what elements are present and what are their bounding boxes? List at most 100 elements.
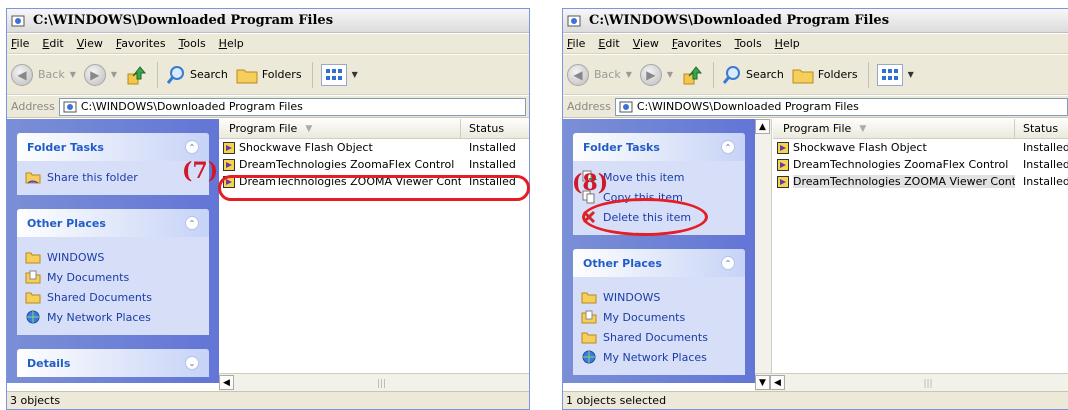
network-places-icon	[582, 350, 596, 364]
column-label: Program File	[783, 122, 852, 135]
list-item[interactable]: Shockwave Flash Object Installed	[219, 139, 529, 156]
column-program-file[interactable]: Program File ▼	[219, 119, 461, 138]
other-places-header[interactable]: Other Places ⌃	[17, 209, 209, 237]
place-windows[interactable]: WINDOWS	[25, 247, 201, 267]
menu-tools[interactable]: Tools	[735, 37, 762, 50]
share-folder-task[interactable]: Share this folder	[25, 167, 201, 187]
scroll-up-icon[interactable]: ▲	[755, 119, 770, 134]
menu-edit[interactable]: Edit	[42, 37, 63, 50]
expand-chevron-icon[interactable]: ⌄	[185, 356, 199, 370]
back-button[interactable]: ◀ Back ▼	[567, 63, 632, 86]
up-folder-button[interactable]	[125, 64, 147, 86]
forward-button[interactable]: ▶ ▼	[639, 63, 673, 86]
views-dropdown-icon[interactable]: ▼	[352, 70, 358, 79]
details-header[interactable]: Details ⌄	[17, 349, 209, 377]
scroll-grip-icon: |||	[923, 379, 933, 389]
search-icon	[166, 65, 185, 84]
views-button[interactable]: ▼	[876, 63, 914, 86]
menu-help[interactable]: Help	[219, 37, 244, 50]
collapse-chevron-icon[interactable]: ⌃	[721, 140, 735, 154]
horizontal-scrollbar[interactable]: ▼ ◀ |||	[755, 373, 1068, 391]
address-folder-icon	[619, 101, 633, 112]
forward-dropdown-icon[interactable]: ▼	[111, 70, 117, 79]
toolbar-separator	[713, 61, 715, 88]
column-header-row: Program File ▼ Status	[773, 119, 1068, 139]
file-list: Program File ▼ Status Shockwave Flash Ob…	[773, 119, 1068, 373]
place-label: Shared Documents	[603, 330, 708, 344]
column-status[interactable]: Status	[1015, 119, 1058, 138]
back-button[interactable]: ◀ Back ▼	[11, 63, 76, 86]
folders-button[interactable]: Folders	[792, 66, 858, 84]
collapse-chevron-icon[interactable]: ⌃	[185, 216, 199, 230]
row-name: Shockwave Flash Object	[793, 141, 927, 154]
collapse-chevron-icon[interactable]: ⌃	[185, 140, 199, 154]
place-my-documents[interactable]: My Documents	[581, 307, 737, 327]
views-dropdown-icon[interactable]: ▼	[908, 70, 914, 79]
scroll-left-icon[interactable]: ◀	[770, 375, 785, 390]
address-field[interactable]: C:\WINDOWS\Downloaded Program Files	[614, 97, 1068, 116]
sort-arrow-icon: ▼	[305, 123, 313, 134]
my-documents-icon	[25, 270, 41, 284]
menu-help[interactable]: Help	[775, 37, 800, 50]
menu-favorites[interactable]: Favorites	[116, 37, 166, 50]
views-button[interactable]: ▼	[320, 63, 358, 86]
scroll-down-icon[interactable]: ▼	[755, 375, 770, 390]
menu-tools[interactable]: Tools	[179, 37, 206, 50]
other-places-header[interactable]: Other Places ⌃	[573, 249, 745, 277]
folder-tasks-group: Folder Tasks ⌃ Share this folder	[17, 133, 209, 195]
search-button[interactable]: Search	[722, 65, 784, 85]
menu-file[interactable]: File	[11, 37, 29, 50]
folders-button[interactable]: Folders	[236, 66, 302, 84]
place-label: WINDOWS	[47, 250, 105, 264]
menu-file[interactable]: File	[567, 37, 585, 50]
search-button[interactable]: Search	[166, 65, 228, 85]
shared-documents-icon	[581, 332, 597, 344]
group-title: Details	[27, 356, 71, 370]
place-my-network-places[interactable]: My Network Places	[581, 347, 737, 367]
back-arrow-icon: ◀	[567, 63, 589, 86]
title-bar[interactable]: C:\WINDOWS\Downloaded Program Files	[7, 9, 529, 33]
forward-dropdown-icon[interactable]: ▼	[667, 70, 673, 79]
place-windows[interactable]: WINDOWS	[581, 287, 737, 307]
back-dropdown-icon[interactable]: ▼	[70, 70, 76, 79]
views-icon	[320, 63, 347, 86]
list-item-selected[interactable]: DreamTechnologies ZOOMA Viewer Control I…	[773, 173, 1068, 190]
place-label: My Documents	[603, 310, 686, 324]
address-bar: Address C:\WINDOWS\Downloaded Program Fi…	[7, 96, 529, 118]
vertical-scrollbar[interactable]: ▲	[755, 119, 772, 373]
address-value: C:\WINDOWS\Downloaded Program Files	[636, 100, 859, 113]
folder-tasks-header[interactable]: Folder Tasks ⌃	[573, 133, 745, 161]
sort-arrow-icon: ▼	[859, 123, 867, 134]
menu-bar: File Edit View Favorites Tools Help	[563, 34, 1068, 54]
place-my-documents[interactable]: My Documents	[25, 267, 201, 287]
address-field[interactable]: C:\WINDOWS\Downloaded Program Files	[58, 97, 526, 116]
list-item[interactable]: DreamTechnologies ZoomaFlex Control Inst…	[219, 156, 529, 173]
back-dropdown-icon[interactable]: ▼	[626, 70, 632, 79]
menu-favorites[interactable]: Favorites	[672, 37, 722, 50]
menu-view[interactable]: View	[633, 37, 659, 50]
collapse-chevron-icon[interactable]: ⌃	[721, 256, 735, 270]
horizontal-scrollbar[interactable]: ◀ |||	[219, 373, 529, 391]
list-item[interactable]: DreamTechnologies ZoomaFlex Control Inst…	[773, 156, 1068, 173]
network-places-icon	[26, 310, 40, 324]
up-folder-icon	[683, 65, 703, 84]
up-folder-button[interactable]	[681, 64, 703, 86]
place-my-network-places[interactable]: My Network Places	[25, 307, 201, 327]
menu-view[interactable]: View	[77, 37, 103, 50]
search-label: Search	[190, 68, 228, 81]
group-title: Other Places	[583, 256, 662, 270]
title-bar[interactable]: C:\WINDOWS\Downloaded Program Files	[563, 9, 1068, 33]
scroll-left-icon[interactable]: ◀	[219, 375, 234, 390]
address-bar: Address C:\WINDOWS\Downloaded Program Fi…	[563, 96, 1068, 118]
menu-edit[interactable]: Edit	[598, 37, 619, 50]
list-item[interactable]: Shockwave Flash Object Installed	[773, 139, 1068, 156]
place-label: WINDOWS	[603, 290, 661, 304]
back-arrow-icon: ◀	[11, 63, 33, 86]
place-shared-documents[interactable]: Shared Documents	[25, 287, 201, 307]
column-program-file[interactable]: Program File ▼	[773, 119, 1015, 138]
column-status[interactable]: Status	[461, 119, 504, 138]
folders-icon	[792, 69, 814, 83]
folder-tasks-header[interactable]: Folder Tasks ⌃	[17, 133, 209, 161]
forward-button[interactable]: ▶ ▼	[83, 63, 117, 86]
place-shared-documents[interactable]: Shared Documents	[581, 327, 737, 347]
